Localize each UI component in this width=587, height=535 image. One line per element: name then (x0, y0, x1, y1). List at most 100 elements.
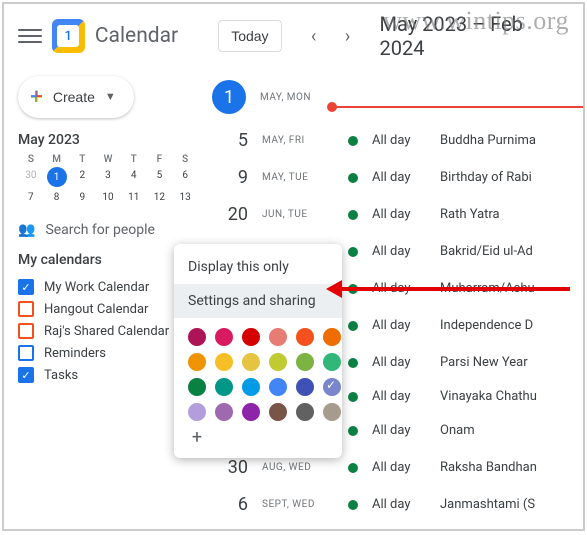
color-swatch[interactable] (269, 378, 287, 396)
create-button[interactable]: + Create ▼ (18, 76, 134, 118)
event-row[interactable]: 6SEPT, WEDAll dayJanmashtami (S (212, 486, 583, 523)
event-row[interactable]: 5MAY, FRIAll dayBuddha Purnima (212, 122, 583, 159)
color-swatch[interactable] (188, 378, 206, 396)
color-swatch[interactable] (188, 328, 206, 346)
event-row[interactable]: 1MAY, MON (212, 72, 583, 122)
mini-day[interactable]: 12 (147, 189, 173, 206)
calendar-checkbox[interactable] (18, 301, 34, 317)
people-icon: 👥 (18, 222, 35, 238)
calendar-checkbox[interactable] (18, 367, 34, 383)
event-row[interactable]: 9MAY, TUEAll dayBirthday of Rabi (212, 159, 583, 196)
color-swatch[interactable] (242, 378, 260, 396)
event-dot-icon (348, 247, 358, 257)
calendar-checkbox[interactable] (18, 323, 34, 339)
mini-day[interactable]: 5 (147, 167, 173, 187)
mini-day[interactable]: 13 (172, 189, 198, 206)
color-swatch[interactable] (215, 328, 233, 346)
mini-day[interactable]: 4 (121, 167, 147, 187)
color-swatch[interactable] (296, 353, 314, 371)
menu-icon[interactable] (18, 24, 42, 48)
event-allday: All day (372, 170, 426, 185)
mini-calendar[interactable]: SMTWTFS3012345678910111213 (18, 154, 198, 206)
event-dot-icon (348, 136, 358, 146)
calendar-item[interactable]: Tasks (18, 364, 198, 386)
today-button[interactable]: Today (218, 20, 281, 52)
color-swatch[interactable] (323, 328, 341, 346)
color-swatch[interactable] (323, 403, 341, 421)
event-dow: MAY, MON (260, 92, 332, 103)
color-swatch[interactable] (296, 403, 314, 421)
menu-settings-sharing[interactable]: Settings and sharing (174, 284, 342, 318)
menu-display-only[interactable]: Display this only (174, 250, 342, 284)
color-swatch[interactable] (296, 378, 314, 396)
event-allday: All day (372, 244, 426, 259)
event-title: Independence D (440, 318, 533, 333)
event-row[interactable]: 20JUN, TUEAll dayRath Yatra (212, 196, 583, 233)
event-title: Parsi New Year (440, 355, 528, 370)
calendar-checkbox[interactable] (18, 345, 34, 361)
event-dow: JUN, TUE (262, 209, 334, 220)
color-swatch[interactable] (242, 353, 260, 371)
calendar-label: Raj's Shared Calendar (44, 324, 169, 339)
color-swatch[interactable] (296, 328, 314, 346)
calendar-item[interactable]: Raj's Shared Calendar (18, 320, 198, 342)
mini-calendar-title: May 2023 (18, 132, 80, 148)
search-people[interactable]: 👥 Search for people (18, 222, 198, 238)
my-calendars-label: My calendars (18, 252, 198, 268)
next-period-button[interactable]: › (334, 22, 362, 50)
mini-day[interactable]: 8 (44, 189, 70, 206)
mini-dow: S (172, 154, 198, 165)
color-swatch[interactable] (269, 403, 287, 421)
event-title: Rath Yatra (440, 207, 500, 222)
mini-dow: W (95, 154, 121, 165)
calendar-item[interactable]: Hangout Calendar (18, 298, 198, 320)
add-color-button[interactable]: + (188, 428, 206, 446)
event-allday: All day (372, 318, 426, 333)
mini-day[interactable]: 2 (69, 167, 95, 187)
calendar-label: My Work Calendar (44, 280, 149, 295)
mini-day[interactable]: 11 (121, 189, 147, 206)
color-swatch[interactable] (215, 353, 233, 371)
event-day: 6 (212, 494, 248, 515)
color-swatch[interactable] (215, 403, 233, 421)
current-time-indicator (332, 106, 583, 108)
event-dot-icon (348, 173, 358, 183)
event-dot-icon (348, 321, 358, 331)
color-swatch[interactable] (215, 378, 233, 396)
event-day: 5 (212, 130, 248, 151)
color-swatch[interactable] (323, 378, 341, 396)
event-dot-icon (348, 358, 358, 368)
mini-day[interactable]: 3 (95, 167, 121, 187)
mini-day[interactable]: 6 (172, 167, 198, 187)
calendar-checkbox[interactable] (18, 279, 34, 295)
calendar-item[interactable]: My Work Calendar (18, 276, 198, 298)
color-swatch[interactable] (242, 403, 260, 421)
calendar-item[interactable]: Reminders (18, 342, 198, 364)
event-title: Vinayaka Chathu (440, 389, 537, 404)
color-swatch[interactable] (188, 403, 206, 421)
mini-dow: M (44, 154, 70, 165)
mini-day[interactable]: 1 (47, 167, 67, 187)
event-allday: All day (372, 133, 426, 148)
mini-day[interactable]: 9 (69, 189, 95, 206)
mini-day[interactable]: 7 (18, 189, 44, 206)
event-title: Onam (440, 423, 475, 438)
app-header: Calendar Today ‹ › May 2023 – Feb 2024 (4, 4, 583, 68)
chevron-down-icon: ▼ (105, 91, 116, 103)
color-swatch[interactable] (242, 328, 260, 346)
mini-day[interactable]: 10 (95, 189, 121, 206)
color-swatch[interactable] (188, 353, 206, 371)
event-allday: All day (372, 460, 426, 475)
mini-day[interactable]: 30 (18, 167, 44, 187)
event-allday: All day (372, 355, 426, 370)
event-allday: All day (372, 497, 426, 512)
color-swatch[interactable] (323, 353, 341, 371)
event-allday: All day (372, 389, 426, 404)
color-swatch[interactable] (269, 328, 287, 346)
color-swatch[interactable] (269, 353, 287, 371)
mini-dow: T (121, 154, 147, 165)
event-title: Janmashtami (S (440, 497, 535, 512)
event-dow: AUG, WED (262, 462, 334, 473)
event-title: Buddha Purnima (440, 133, 536, 148)
prev-period-button[interactable]: ‹ (300, 22, 328, 50)
